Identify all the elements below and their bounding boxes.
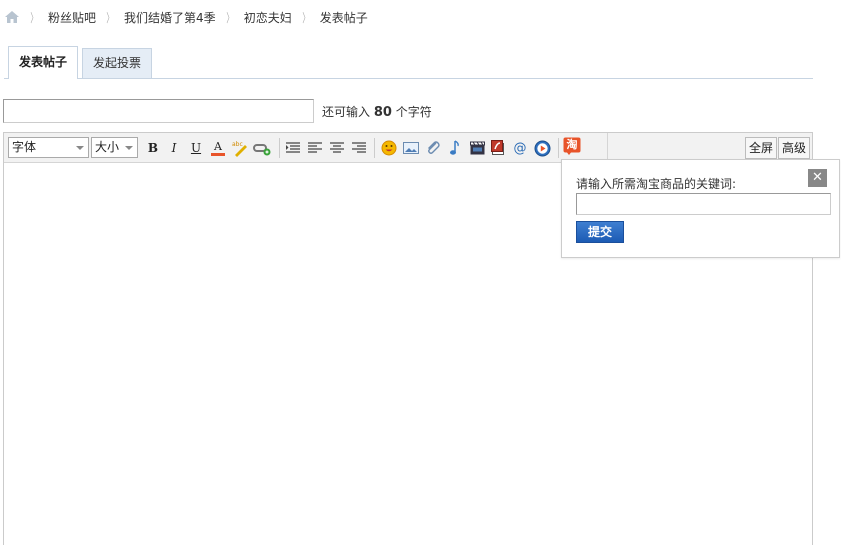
color-swatch [211, 152, 225, 156]
font-size-select-label: 大小 [95, 140, 120, 154]
smiley-icon [381, 140, 396, 156]
italic-button[interactable]: I [166, 139, 182, 157]
breadcrumb-item-show[interactable]: 我们结婚了第4季 [124, 9, 216, 26]
video-clapper-icon [470, 141, 485, 155]
tab-divider [4, 78, 813, 79]
align-right-button[interactable] [351, 139, 367, 157]
tab-post[interactable]: 发表帖子 [8, 46, 79, 79]
underline-button[interactable]: U [188, 139, 204, 157]
toolbar-separator [558, 138, 559, 158]
align-center-button[interactable] [329, 139, 345, 157]
breadcrumb-separator: 〉 [30, 10, 38, 25]
video-button[interactable] [469, 139, 486, 157]
spellcheck-button[interactable]: abc [231, 139, 249, 157]
post-title-input[interactable] [3, 99, 314, 123]
flash-button[interactable] [490, 139, 507, 157]
font-color-button[interactable]: A [210, 139, 226, 157]
font-family-select[interactable]: 字体 [8, 137, 89, 158]
taobao-button[interactable]: 淘 [563, 137, 581, 155]
font-color-icon: A [214, 139, 222, 153]
taobao-keyword-input[interactable] [576, 193, 831, 215]
align-left-button[interactable] [307, 139, 323, 157]
font-size-select[interactable]: 大小 [91, 137, 138, 158]
breadcrumb-separator: 〉 [106, 10, 114, 25]
spellcheck-icon: abc [232, 141, 247, 157]
video-play-button[interactable] [533, 139, 551, 157]
align-left-icon [308, 142, 322, 153]
fullscreen-button[interactable]: 全屏 [745, 137, 778, 159]
link-button[interactable] [253, 139, 271, 157]
image-button[interactable] [402, 139, 419, 157]
music-note-icon [450, 140, 459, 155]
taobao-search-popup: 请输入所需淘宝商品的关键词: ✕ 提交 [561, 159, 840, 258]
indent-icon [286, 142, 300, 153]
char-count-hint: 还可输入 80 个字符 [322, 103, 432, 120]
char-hint-prefix: 还可输入 [322, 104, 371, 119]
align-right-icon [352, 142, 366, 153]
post-tabs: 发表帖子 发起投票 [8, 46, 156, 79]
indent-button[interactable] [285, 139, 301, 157]
char-hint-suffix: 个字符 [395, 104, 432, 119]
tab-vote[interactable]: 发起投票 [82, 48, 153, 79]
font-family-select-label: 字体 [12, 140, 37, 154]
close-icon[interactable]: ✕ [808, 169, 827, 187]
chevron-down-icon [76, 146, 84, 150]
taobao-submit-button[interactable]: 提交 [576, 221, 624, 243]
char-remaining-count: 80 [373, 104, 392, 120]
breadcrumb-separator: 〉 [302, 10, 310, 25]
align-center-icon [330, 142, 344, 153]
breadcrumb-item-couple[interactable]: 初恋夫妇 [244, 9, 292, 26]
taobao-keyword-label: 请输入所需淘宝商品的关键词: [576, 177, 737, 191]
spellcheck-icon-text: abc [232, 141, 243, 148]
play-circle-icon [534, 140, 550, 156]
attachment-button[interactable] [424, 139, 441, 157]
title-row: 还可输入 80 个字符 [3, 99, 432, 123]
image-icon [402, 142, 419, 154]
breadcrumb-item-fans-bar[interactable]: 粉丝贴吧 [48, 9, 96, 26]
link-icon [253, 144, 271, 156]
music-button[interactable] [447, 139, 463, 157]
toolbar-separator [279, 138, 280, 158]
emoticon-button[interactable] [380, 139, 397, 157]
breadcrumb-item-current: 发表帖子 [319, 10, 368, 25]
breadcrumb-separator: 〉 [226, 10, 234, 25]
chevron-down-icon [125, 146, 133, 150]
flash-icon [491, 140, 504, 155]
toolbar-separator [374, 138, 375, 158]
home-icon[interactable] [4, 9, 20, 25]
mention-button[interactable]: @ [512, 139, 528, 157]
bold-button[interactable]: B [145, 139, 161, 157]
advanced-button[interactable]: 高级 [778, 137, 811, 159]
breadcrumb: 〉 粉丝贴吧 〉 我们结婚了第4季 〉 初恋夫妇 〉 发表帖子 [4, 8, 368, 26]
taobao-icon-label: 淘 [566, 138, 578, 151]
paperclip-icon [427, 141, 440, 154]
